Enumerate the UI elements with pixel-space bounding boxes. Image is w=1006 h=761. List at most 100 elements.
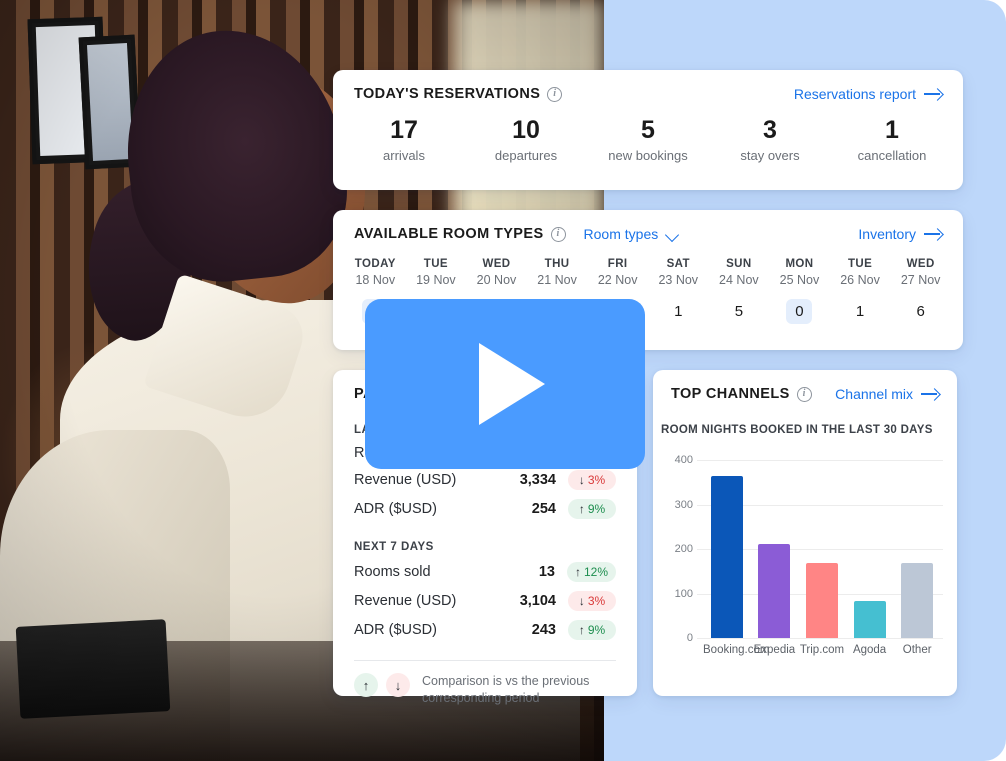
pace-metric-value: 13 — [499, 564, 555, 580]
info-icon[interactable]: i — [547, 87, 562, 102]
channel-mix-link[interactable]: Channel mix — [835, 386, 939, 402]
chart-x-tick-label: Expedia — [751, 644, 799, 656]
arrow-right-icon — [924, 88, 942, 100]
day-date: 22 Nov — [587, 273, 648, 287]
day-of-week: TUE — [406, 258, 467, 270]
chart-x-tick-label: Booking.com — [703, 644, 751, 656]
reservations-stats: 17 arrivals10 departures5 new bookings3stay… — [333, 102, 963, 163]
chart-y-tick-label: 100 — [663, 588, 693, 600]
stat-value: 10 — [465, 116, 587, 145]
play-icon — [479, 343, 545, 425]
chart-bar-expedia[interactable] — [754, 460, 796, 638]
stat-arrivals: 17 arrivals — [343, 116, 465, 163]
room-types-selector-label: Room types — [584, 226, 659, 242]
pace-row: Revenue (USD)3,104↓3% — [333, 591, 637, 611]
day-of-week: SUN — [709, 258, 770, 270]
room-types-title: AVAILABLE ROOM TYPES — [354, 226, 544, 242]
pace-metric-label: Revenue (USD) — [354, 472, 500, 488]
stat-value: 1 — [831, 116, 953, 145]
day-column-sun-6[interactable]: SUN 24 Nov 5 — [709, 258, 770, 324]
pace-footnote-text: Comparison is vs the previous correspond… — [422, 673, 616, 707]
stat-cancellation: 1cancellation — [831, 116, 953, 163]
bar — [806, 563, 838, 638]
chart-x-tick-label: Other — [893, 644, 941, 656]
stat-value: 5 — [587, 116, 709, 145]
chart-y-tick-label: 300 — [663, 499, 693, 511]
pace-metric-label: ADR ($USD) — [354, 501, 500, 517]
day-date: 26 Nov — [830, 273, 891, 287]
day-column-tue-8[interactable]: TUE26 Nov1 — [830, 258, 891, 324]
day-of-week: TODAY — [345, 258, 406, 270]
day-of-week: MON — [769, 258, 830, 270]
stat-label: departures — [465, 148, 587, 163]
day-column-wed-9[interactable]: WED27 Nov6 — [890, 258, 951, 324]
reservations-report-label: Reservations report — [794, 86, 916, 102]
delta-value: 3% — [588, 594, 605, 608]
reservations-report-link[interactable]: Reservations report — [794, 86, 942, 102]
day-date: 23 Nov — [648, 273, 709, 287]
delta-value: 9% — [588, 623, 605, 637]
pace-metric-value: 3,104 — [500, 593, 556, 609]
day-column-sat-5[interactable]: SAT23 Nov1 — [648, 258, 709, 324]
pace-row: Rooms sold13↑12% — [333, 562, 637, 582]
room-types-selector[interactable]: Room types — [584, 226, 680, 242]
stat-stay-overs: 3stay overs — [709, 116, 831, 163]
day-date: 27 Nov — [890, 273, 951, 287]
stat-departures: 10 departures — [465, 116, 587, 163]
day-of-week: TUE — [830, 258, 891, 270]
chart-x-tick-label: Agoda — [846, 644, 894, 656]
page-root: TODAY'S RESERVATIONS i Reservations repo… — [0, 0, 1006, 761]
day-date: 24 Nov — [709, 273, 770, 287]
day-date: 19 Nov — [406, 273, 467, 287]
info-icon[interactable]: i — [551, 227, 566, 242]
day-date: 20 Nov — [466, 273, 527, 287]
pace-metric-value: 254 — [500, 501, 556, 517]
stat-label: new bookings — [587, 148, 709, 163]
delta-badge: ↑9% — [568, 620, 616, 640]
room-types-header: AVAILABLE ROOM TYPES i Room types Invent… — [333, 210, 963, 242]
channels-title-group: TOP CHANNELS i — [671, 386, 812, 402]
chart-x-axis-labels: Booking.comExpediaTrip.comAgodaOther — [663, 644, 947, 656]
stat-value: 17 — [343, 116, 465, 145]
pace-section-next-label: NEXT 7 DAYS — [333, 541, 637, 553]
delta-badge: ↑12% — [567, 562, 616, 582]
delta-badge: ↓3% — [568, 591, 616, 611]
pace-metric-label: ADR ($USD) — [354, 622, 500, 638]
chart-subtitle: ROOM NIGHTS BOOKED IN THE LAST 30 DAYS — [653, 424, 957, 436]
day-column-mon-7[interactable]: MON25 Nov0 — [769, 258, 830, 324]
channel-mix-label: Channel mix — [835, 386, 913, 402]
bar — [854, 601, 886, 638]
arrow-down-icon: ↓ — [579, 473, 585, 487]
delta-value: 9% — [588, 502, 605, 516]
delta-value: 12% — [584, 565, 608, 579]
arrow-up-icon: ↑ — [575, 565, 581, 579]
room-types-title-group: AVAILABLE ROOM TYPES i — [354, 226, 566, 242]
pace-metric-value: 243 — [500, 622, 556, 638]
chart-bar-trip-com[interactable] — [801, 460, 843, 638]
inventory-label: Inventory — [858, 226, 916, 242]
pace-row: ADR ($USD)254 ↑9% — [333, 499, 637, 519]
chart-bar-agoda[interactable] — [849, 460, 891, 638]
day-date: 25 Nov — [769, 273, 830, 287]
reservations-title-group: TODAY'S RESERVATIONS i — [354, 86, 562, 102]
stat-label: arrivals — [343, 148, 465, 163]
delta-value: 3% — [588, 473, 605, 487]
todays-reservations-card: TODAY'S RESERVATIONS i Reservations repo… — [333, 70, 963, 190]
inventory-link[interactable]: Inventory — [858, 226, 942, 242]
arrow-right-icon — [924, 228, 942, 240]
info-icon[interactable]: i — [797, 387, 812, 402]
day-of-week: FRI — [587, 258, 648, 270]
chart-bar-booking-com[interactable] — [706, 460, 748, 638]
pace-footnote: ↑ ↓ Comparison is vs the previous corres… — [333, 661, 637, 707]
video-play-button[interactable] — [365, 299, 645, 469]
day-of-week: SAT — [648, 258, 709, 270]
day-availability-value: 5 — [726, 299, 752, 324]
day-of-week: WED — [890, 258, 951, 270]
channels-header: TOP CHANNELS i Channel mix — [653, 370, 957, 402]
delta-badge: ↓3% — [568, 470, 616, 490]
arrow-up-icon: ↑ — [579, 502, 585, 516]
chart-bar-other[interactable] — [896, 460, 938, 638]
top-channels-card: TOP CHANNELS i Channel mix ROOM NIGHTS B… — [653, 370, 957, 696]
day-of-week: WED — [466, 258, 527, 270]
chart-bars — [703, 460, 941, 638]
